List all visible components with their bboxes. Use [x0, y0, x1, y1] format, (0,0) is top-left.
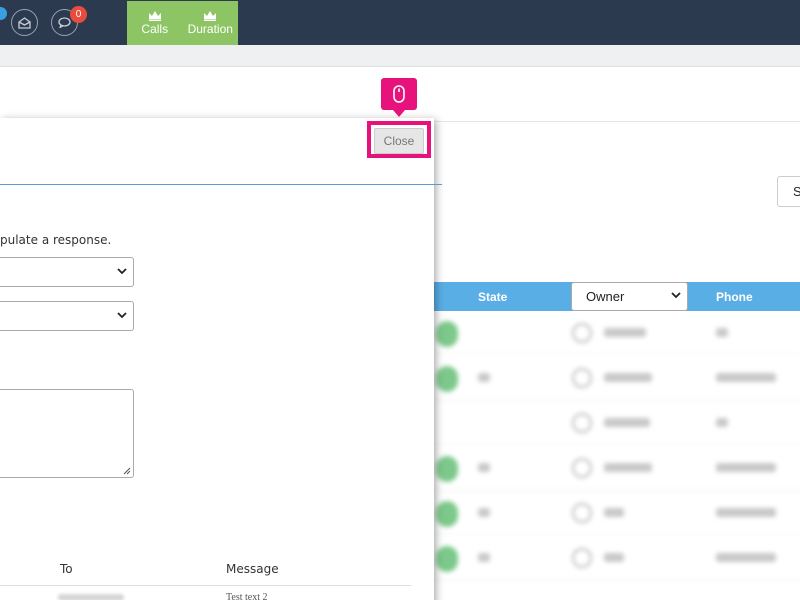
- modal-divider: [0, 184, 442, 185]
- table-row[interactable]: [434, 536, 800, 581]
- redacted-text: [604, 418, 650, 427]
- status-dot: [0, 7, 7, 20]
- status-avatar: [436, 501, 458, 527]
- crown-icon: [148, 11, 161, 21]
- recipient-select[interactable]: [0, 301, 134, 331]
- redacted-text: [716, 463, 776, 472]
- template-select[interactable]: [0, 257, 134, 287]
- redacted-text: [604, 508, 624, 517]
- top-nav-bar: 0 Calls Duration: [0, 0, 800, 45]
- mouse-icon: [393, 85, 405, 103]
- chevron-down-icon: [117, 268, 127, 275]
- redacted-text: [716, 553, 776, 562]
- table-row[interactable]: [434, 311, 800, 356]
- status-avatar: [436, 456, 458, 482]
- chevron-down-icon: [671, 292, 681, 299]
- column-state[interactable]: State: [478, 290, 507, 304]
- redacted-text: [716, 508, 776, 517]
- message-textarea[interactable]: [0, 389, 134, 478]
- redacted-text: [716, 328, 728, 337]
- table-header: State Owner Phone: [434, 282, 800, 311]
- column-to: To: [60, 562, 73, 576]
- redacted-text: [58, 594, 124, 600]
- person-icon: [572, 323, 592, 343]
- redacted-text: [716, 373, 776, 382]
- search-button[interactable]: S: [777, 176, 800, 207]
- owner-filter-value: Owner: [586, 289, 625, 304]
- chevron-down-icon: [117, 312, 127, 319]
- redacted-text: [478, 463, 490, 472]
- person-icon: [572, 368, 592, 388]
- notification-badge: 0: [70, 6, 87, 23]
- column-message: Message: [226, 562, 279, 576]
- redacted-text: [478, 508, 490, 517]
- redacted-text: [716, 418, 728, 427]
- redacted-text: [604, 328, 646, 337]
- tab-duration-label: Duration: [187, 22, 233, 36]
- message-cell: Test text 2: [226, 592, 268, 600]
- redacted-text: [478, 553, 490, 562]
- redacted-text: [604, 463, 652, 472]
- table-row[interactable]: [434, 401, 800, 446]
- tab-calls[interactable]: Calls: [127, 1, 183, 45]
- person-icon: [572, 458, 592, 478]
- message-table-header: To Message: [0, 558, 411, 586]
- status-avatar: [436, 366, 458, 392]
- table-row[interactable]: [434, 356, 800, 401]
- redacted-text: [478, 373, 490, 382]
- help-text: pulate a response.: [0, 233, 112, 247]
- owner-filter-select[interactable]: Owner: [571, 282, 688, 311]
- response-modal: Close pulate a response. To Message Test…: [0, 118, 442, 600]
- table-row[interactable]: [434, 491, 800, 536]
- tab-duration[interactable]: Duration: [183, 1, 239, 45]
- status-avatar: [436, 546, 458, 572]
- resize-grip-icon[interactable]: [123, 467, 131, 475]
- crown-icon: [204, 11, 217, 21]
- table-row[interactable]: [434, 446, 800, 491]
- redacted-text: [604, 553, 624, 562]
- redacted-text: [604, 373, 652, 382]
- inbox-icon[interactable]: [11, 9, 38, 36]
- close-button[interactable]: Close: [374, 128, 424, 154]
- person-icon: [572, 548, 592, 568]
- sub-toolbar: [0, 45, 800, 67]
- status-avatar: [436, 321, 458, 347]
- mouse-click-indicator: [381, 78, 417, 117]
- stats-tabs: Calls Duration: [127, 1, 238, 45]
- tab-calls-label: Calls: [141, 22, 169, 36]
- person-icon: [572, 413, 592, 433]
- person-icon: [572, 503, 592, 523]
- column-phone[interactable]: Phone: [716, 290, 753, 304]
